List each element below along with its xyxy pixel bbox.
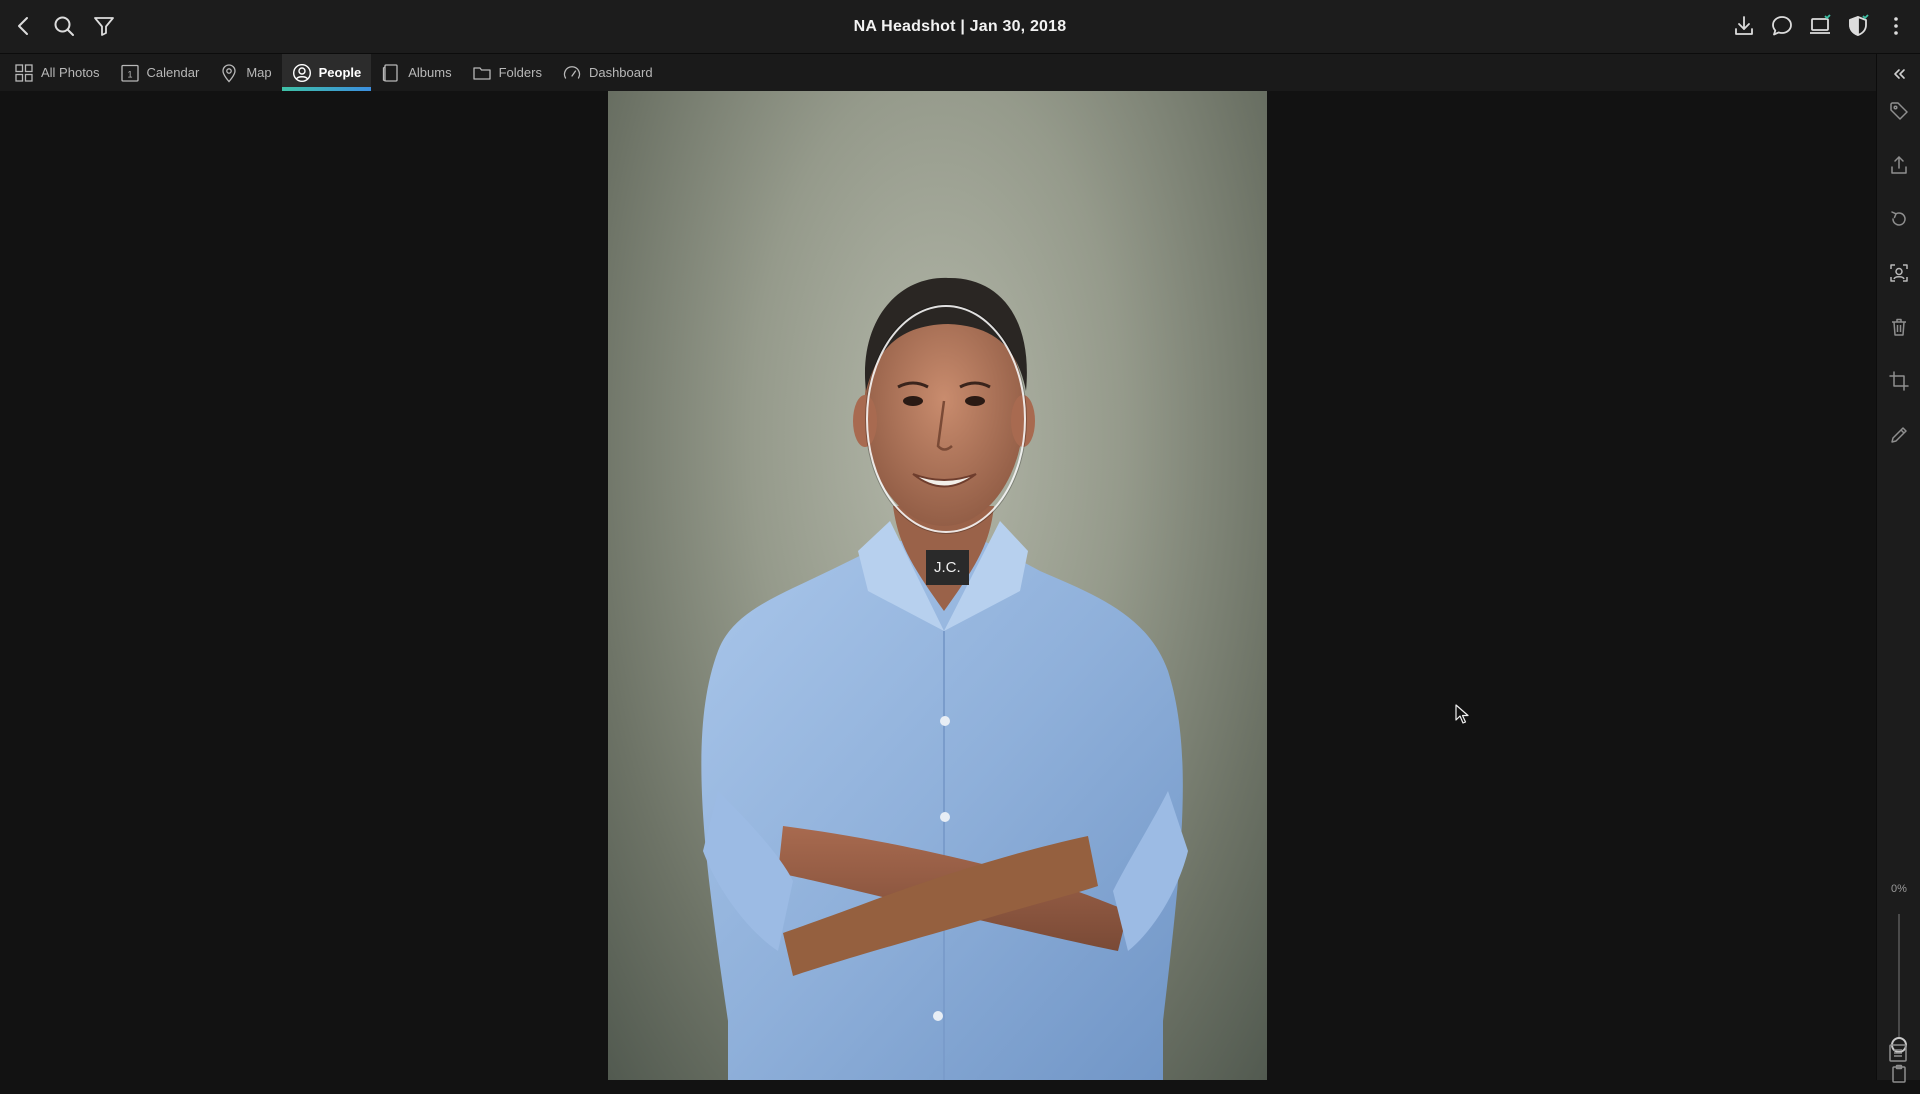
right-sidebar: 0% [1876,54,1920,1083]
face-recognition-button[interactable] [1877,253,1920,293]
window-title: NA Headshot | Jan 30, 2018 [853,18,1067,35]
tab-label: Calendar [146,65,200,80]
tab-label: Albums [408,65,452,80]
tab-all-photos[interactable]: All Photos [4,54,110,91]
tag-button[interactable] [1877,91,1920,131]
back-button[interactable] [6,8,42,44]
tab-albums[interactable]: Albums [371,54,461,91]
calendar-icon: 1 [120,64,139,82]
comment-button[interactable] [1764,8,1800,44]
share-icon [1891,156,1907,174]
share-button[interactable] [1877,145,1920,185]
nav-tabs: All Photos 1 Calendar Map People Albums … [0,54,1876,91]
face-detection-outline[interactable] [866,305,1026,533]
crop-button[interactable] [1877,361,1920,401]
delete-button[interactable] [1877,307,1920,347]
rotate-button[interactable] [1877,199,1920,239]
security-button[interactable] [1840,8,1876,44]
map-pin-icon [222,63,236,82]
tab-folders[interactable]: Folders [462,54,552,91]
title-bar: NA Headshot | Jan 30, 2018 [0,0,1920,54]
mouse-cursor-icon [1455,704,1469,724]
toolbar-left [6,8,122,44]
tab-label: Map [246,65,272,80]
back-icon [18,17,28,35]
toolbar-right [1726,8,1914,44]
headshot-photo[interactable]: J.C. [608,91,1267,1080]
list-icon [1889,1044,1907,1062]
search-button[interactable] [46,8,82,44]
album-icon [383,63,398,82]
face-icon [1890,264,1908,282]
search-icon [54,16,74,36]
collapse-panel-button[interactable] [1877,54,1920,94]
svg-text:1: 1 [127,69,132,79]
device-icon [1810,14,1831,34]
rotate-icon [1891,211,1906,226]
comment-icon [1772,16,1792,36]
shield-icon [1849,14,1869,36]
edit-icon [1891,427,1907,443]
download-button[interactable] [1726,8,1762,44]
trash-icon [1892,318,1906,336]
filter-button[interactable] [86,8,122,44]
tab-calendar[interactable]: 1 Calendar [110,54,210,91]
face-name-tag[interactable]: J.C. [926,550,969,585]
tab-dashboard[interactable]: Dashboard [552,54,663,91]
download-icon [1735,16,1753,35]
tab-label: People [318,65,362,80]
zoom-slider-track[interactable] [1898,914,1900,1040]
info-list-button[interactable] [1876,1033,1920,1073]
tag-icon [1890,102,1908,120]
folder-icon [472,66,491,80]
dashboard-icon [563,65,581,79]
filter-icon [94,17,114,36]
tab-label: All Photos [41,65,100,80]
edit-button[interactable] [1877,415,1920,455]
headshot-illustration [701,277,1188,1080]
more-button[interactable] [1878,8,1914,44]
person-icon [292,63,311,82]
tab-label: Dashboard [588,65,653,80]
tab-label: Folders [498,65,542,80]
tab-people[interactable]: People [281,54,372,91]
grid-icon [15,63,33,82]
photo-viewer[interactable]: J.C. [0,91,1876,1080]
collapse-icon [1894,69,1905,79]
tab-map[interactable]: Map [209,54,281,91]
device-button[interactable] [1802,8,1838,44]
zoom-level-label: 0% [1891,883,1907,895]
more-icon [1894,17,1898,35]
crop-icon [1889,371,1909,391]
